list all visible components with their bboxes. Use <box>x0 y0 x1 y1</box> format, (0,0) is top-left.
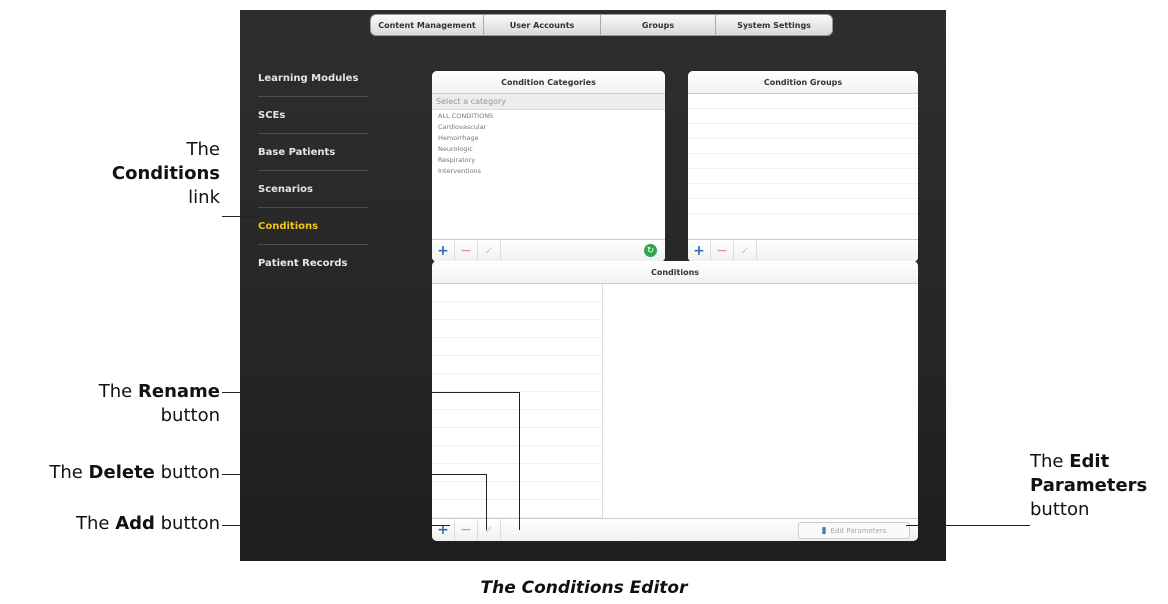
panel-title: Conditions <box>432 261 918 284</box>
edit-parameters-button[interactable]: ▮ Edit Parameters <box>798 522 910 539</box>
rename-button[interactable]: ✓ <box>734 240 757 262</box>
tab-content-management[interactable]: Content Management <box>371 15 484 35</box>
edit-parameters-label: Edit Parameters <box>830 526 887 535</box>
category-item[interactable]: Cardiovascular <box>432 121 665 132</box>
category-item[interactable]: Interventions <box>432 165 665 176</box>
callout-prefix: The <box>186 139 220 160</box>
category-list: ALL CONDITIONS Cardiovascular Hemorrhage Ne… <box>432 110 665 176</box>
groups-list <box>688 94 918 214</box>
add-button[interactable]: + <box>432 519 455 541</box>
callout-line <box>222 525 450 526</box>
add-button[interactable]: + <box>432 240 455 262</box>
groups-toolbar: + − ✓ <box>688 239 918 262</box>
callout-line <box>222 474 487 475</box>
callout-rename: The Rename button <box>98 381 220 426</box>
panel-title: Condition Categories <box>432 71 665 94</box>
callout-line <box>222 392 520 393</box>
delete-button[interactable]: − <box>455 519 478 541</box>
category-item[interactable]: Respiratory <box>432 154 665 165</box>
bar-chart-icon: ▮ <box>821 525 827 536</box>
sidebar: Learning Modules SCEs Base Patients Scen… <box>258 60 368 281</box>
sidebar-item-scenarios[interactable]: Scenarios <box>258 171 368 208</box>
sidebar-item-learning-modules[interactable]: Learning Modules <box>258 60 368 97</box>
callout-add: The Add button <box>75 513 220 534</box>
callout-line <box>519 392 520 530</box>
callout-bold: Conditions <box>111 163 220 184</box>
callout-line <box>486 474 487 530</box>
figure-caption: The Conditions Editor <box>480 578 688 598</box>
condition-groups-panel: Condition Groups + − ✓ <box>688 71 918 262</box>
add-button[interactable]: + <box>688 240 711 262</box>
conditions-toolbar: + − ✓ ▮ Edit Parameters <box>432 518 918 541</box>
delete-button[interactable]: − <box>455 240 478 262</box>
callout-delete: The Delete button <box>49 462 220 483</box>
sidebar-item-conditions[interactable]: Conditions <box>258 208 368 245</box>
condition-categories-panel: Condition Categories Select a category A… <box>432 71 665 262</box>
conditions-panel: Conditions + − ✓ ▮ Edit Parameters <box>432 261 918 541</box>
callout-edit-parameters: The Edit Parameters button <box>1030 451 1148 520</box>
tab-system-settings[interactable]: System Settings <box>716 15 832 35</box>
refresh-icon[interactable]: ↻ <box>644 244 657 257</box>
tab-groups[interactable]: Groups <box>601 15 716 35</box>
tab-user-accounts[interactable]: User Accounts <box>484 15 601 35</box>
app-window: Content Management User Accounts Groups … <box>240 10 946 561</box>
categories-toolbar: + − ✓ ↻ <box>432 239 665 262</box>
category-item[interactable]: Hemorrhage <box>432 132 665 143</box>
sidebar-item-patient-records[interactable]: Patient Records <box>258 245 368 281</box>
top-nav: Content Management User Accounts Groups … <box>370 14 833 36</box>
panel-title: Condition Groups <box>688 71 918 94</box>
sidebar-item-sces[interactable]: SCEs <box>258 97 368 134</box>
conditions-list <box>432 284 603 519</box>
callout-suffix: link <box>188 187 220 208</box>
sidebar-item-base-patients[interactable]: Base Patients <box>258 134 368 171</box>
category-select[interactable]: Select a category <box>432 94 665 110</box>
callout-line <box>906 525 1030 526</box>
category-item[interactable]: Neurologic <box>432 143 665 154</box>
callout-conditions-link: The Conditions link <box>0 138 220 210</box>
rename-button[interactable]: ✓ <box>478 240 501 262</box>
category-item[interactable]: ALL CONDITIONS <box>432 110 665 121</box>
rename-button[interactable]: ✓ <box>478 519 501 541</box>
callout-line <box>222 216 260 217</box>
delete-button[interactable]: − <box>711 240 734 262</box>
